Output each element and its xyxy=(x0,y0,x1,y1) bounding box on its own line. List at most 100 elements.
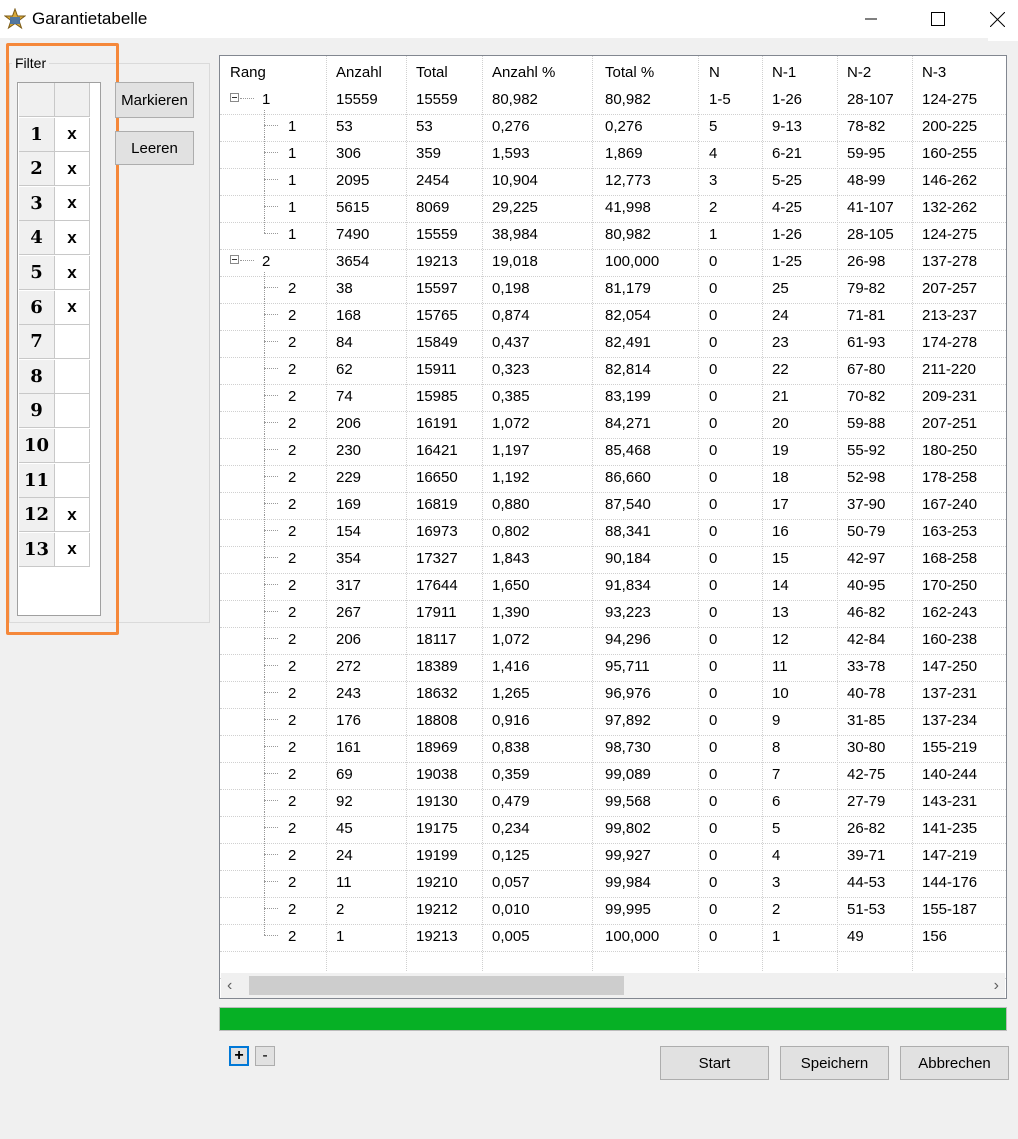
column-header[interactable]: N-1 xyxy=(772,64,796,81)
filter-row[interactable]: 2x xyxy=(18,152,90,187)
filter-row-mark[interactable]: x xyxy=(55,221,90,256)
tree-child-row[interactable]: 2 24 19199 0,125 99,927 0 4 39-71 147-219 xyxy=(220,839,1006,871)
tree-child-row[interactable]: 2 230 16421 1,197 85,468 0 19 55-92 180-250 xyxy=(220,434,1006,466)
filter-row-mark[interactable]: x xyxy=(55,256,90,290)
tree-child-row[interactable]: 2 92 19130 0,479 99,568 0 6 27-79 143-231 xyxy=(220,785,1006,817)
filter-row[interactable]: 5x xyxy=(18,256,90,290)
filter-row[interactable]: 12 x xyxy=(18,498,90,533)
tree-child-row[interactable]: 2 2 19212 0,010 99,995 0 2 51-53 155-187 xyxy=(220,893,1006,925)
filter-row[interactable]: 4x xyxy=(18,221,90,256)
tree-child-row[interactable]: 2 69 19038 0,359 99,089 0 7 42-75 140-244 xyxy=(220,758,1006,790)
expand-all-button[interactable]: + xyxy=(229,1046,249,1066)
filter-row-number[interactable]: 6 xyxy=(19,290,55,325)
tree-child-row[interactable]: 2 206 18117 1,072 94,296 0 12 42-84 160-238 xyxy=(220,623,1006,655)
tree-child-row[interactable]: 2 161 18969 0,838 98,730 0 8 30-80 155-219 xyxy=(220,731,1006,763)
filter-row-mark[interactable] xyxy=(55,325,90,360)
column-header[interactable]: Anzahl xyxy=(336,64,382,81)
tree-child-row[interactable]: 2 206 16191 1,072 84,271 0 20 59-88 207-251 xyxy=(220,407,1006,439)
tree-child-row[interactable]: 2 45 19175 0,234 99,802 0 5 26-82 141-235 xyxy=(220,812,1006,844)
tree-child-row[interactable]: 2 38 15597 0,198 81,179 0 25 79-82 207-257 xyxy=(220,272,1006,304)
filter-row-mark[interactable]: x xyxy=(55,186,90,221)
column-header[interactable]: N-3 xyxy=(922,64,946,81)
tree-child-row[interactable]: 2 317 17644 1,650 91,834 0 14 40-95 170-250 xyxy=(220,569,1006,601)
filter-row[interactable]: 13 x xyxy=(18,532,90,567)
collapse-toggle-icon[interactable] xyxy=(230,93,239,102)
filter-row[interactable]: 10 xyxy=(18,429,90,463)
tree-child-row[interactable]: 1 53 53 0,276 0,276 5 9-13 78-82 200-225 xyxy=(220,110,1006,142)
column-header[interactable]: Total xyxy=(416,64,448,81)
maximize-button[interactable] xyxy=(909,0,967,38)
tree-child-row[interactable]: 1 7490 15559 38,984 80,982 1 1-26 28-105 124-275 xyxy=(220,218,1006,250)
tree-parent-row[interactable]: 2 3654 19213 19,018 100,000 0 1-25 26-98 137-278 xyxy=(220,249,1006,277)
filter-row-number[interactable]: 7 xyxy=(19,325,55,360)
filter-row[interactable]: 7 xyxy=(18,325,90,360)
tree-child-row[interactable]: 2 62 15911 0,323 82,814 0 22 67-80 211-220 xyxy=(220,353,1006,385)
filter-row[interactable]: 9 xyxy=(18,394,90,429)
tree-child-row[interactable]: 2 229 16650 1,192 86,660 0 18 52-98 178-258 xyxy=(220,461,1006,493)
filter-row-number[interactable]: 2 xyxy=(19,152,55,187)
tree-child-row[interactable]: 2 354 17327 1,843 90,184 0 15 42-97 168-258 xyxy=(220,542,1006,574)
results-tree-table[interactable]: Rang Anzahl Total Anzahl % Total % N N-1 N-2 N-3… xyxy=(219,55,1007,999)
filter-table[interactable]: 1 x 2 x 3 x 4 x 5 x 6 x 7 8 9 10 11 12 x 13 x xyxy=(17,82,101,616)
column-header[interactable]: N xyxy=(709,64,720,81)
start-button[interactable]: Start xyxy=(660,1046,769,1080)
tree-child-row[interactable]: 2 169 16819 0,880 87,540 0 17 37-90 167-240 xyxy=(220,488,1006,520)
tree-branch-line xyxy=(264,476,278,477)
filter-row[interactable]: 3x xyxy=(18,186,90,221)
tree-child-row[interactable]: 1 306 359 1,593 1,869 4 6-21 59-95 160-255 xyxy=(220,137,1006,169)
tree-child-row[interactable]: 2 84 15849 0,437 82,491 0 23 61-93 174-278 xyxy=(220,326,1006,358)
filter-row-number[interactable]: 10 xyxy=(19,429,55,463)
tree-child-row[interactable]: 2 176 18808 0,916 97,892 0 9 31-85 137-234 xyxy=(220,704,1006,736)
column-header[interactable]: N-2 xyxy=(847,64,871,81)
filter-row-number[interactable]: 1 xyxy=(19,117,55,152)
filter-row-mark[interactable] xyxy=(55,394,90,429)
column-header[interactable]: Rang xyxy=(230,64,266,81)
chevron-right-icon[interactable]: › xyxy=(994,977,999,995)
column-header[interactable]: Anzahl % xyxy=(492,64,555,81)
tree-child-row[interactable]: 2 267 17911 1,390 93,223 0 13 46-82 162-243 xyxy=(220,596,1006,628)
filter-row[interactable]: 6x xyxy=(18,290,90,325)
save-button[interactable]: Speichern xyxy=(780,1046,889,1080)
close-button[interactable] xyxy=(976,0,1018,38)
filter-row-number[interactable]: 9 xyxy=(19,394,55,429)
tree-child-row[interactable]: 2 243 18632 1,265 96,976 0 10 40-78 137-231 xyxy=(220,677,1006,709)
filter-row[interactable]: 8 xyxy=(18,359,90,394)
column-header[interactable]: Total % xyxy=(605,64,654,81)
tree-child-row[interactable]: 2 74 15985 0,385 83,199 0 21 70-82 209-231 xyxy=(220,380,1006,412)
collapse-all-button[interactable]: - xyxy=(255,1046,275,1066)
cell-anzahl: 1 xyxy=(336,928,345,945)
filter-row-mark[interactable]: x xyxy=(55,498,90,533)
tree-child-row[interactable]: 2 154 16973 0,802 88,341 0 16 50-79 163-253 xyxy=(220,515,1006,547)
filter-row-mark[interactable] xyxy=(55,429,90,463)
tree-child-row[interactable]: 2 272 18389 1,416 95,711 0 11 33-78 147-250 xyxy=(220,650,1006,682)
filter-row-mark[interactable]: x xyxy=(55,290,90,325)
tree-child-row[interactable]: 2 168 15765 0,874 82,054 0 24 71-81 213-237 xyxy=(220,299,1006,331)
filter-row[interactable]: 1x xyxy=(18,117,90,152)
collapse-toggle-icon[interactable] xyxy=(230,255,239,264)
filter-row-mark[interactable]: x xyxy=(55,532,90,567)
filter-row-number[interactable]: 4 xyxy=(19,221,55,256)
minimize-button[interactable] xyxy=(842,0,900,38)
filter-row-number[interactable]: 11 xyxy=(19,463,55,498)
filter-row-number[interactable]: 13 xyxy=(19,532,55,567)
filter-row-mark[interactable] xyxy=(55,359,90,394)
filter-row-mark[interactable]: x xyxy=(55,152,90,187)
filter-row-number[interactable]: 12 xyxy=(19,498,55,533)
tree-child-row[interactable]: 2 11 19210 0,057 99,984 0 3 44-53 144-176 xyxy=(220,866,1006,898)
filter-row[interactable]: 11 xyxy=(18,463,90,498)
mark-button[interactable]: Markieren xyxy=(115,82,194,118)
chevron-left-icon[interactable]: ‹ xyxy=(227,977,232,995)
horizontal-scrollbar[interactable]: ‹ › xyxy=(221,973,1005,998)
filter-row-number[interactable]: 5 xyxy=(19,256,55,290)
filter-row-number[interactable]: 3 xyxy=(19,186,55,221)
tree-child-row[interactable]: 1 2095 2454 10,904 12,773 3 5-25 48-99 146-262 xyxy=(220,164,1006,196)
filter-row-mark[interactable]: x xyxy=(55,117,90,152)
clear-button[interactable]: Leeren xyxy=(115,131,194,165)
cancel-button[interactable]: Abbrechen xyxy=(900,1046,1009,1080)
filter-row-number[interactable]: 8 xyxy=(19,359,55,394)
tree-child-row[interactable]: 2 1 19213 0,005 100,000 0 1 49 156 xyxy=(220,920,1006,952)
tree-child-row[interactable]: 1 5615 8069 29,225 41,998 2 4-25 41-107 132-262 xyxy=(220,191,1006,223)
filter-row-mark[interactable] xyxy=(55,463,90,498)
scrollbar-thumb[interactable] xyxy=(249,976,624,995)
tree-parent-row[interactable]: 1 15559 15559 80,982 80,982 1-5 1-26 28-107 124-… xyxy=(220,87,1006,115)
